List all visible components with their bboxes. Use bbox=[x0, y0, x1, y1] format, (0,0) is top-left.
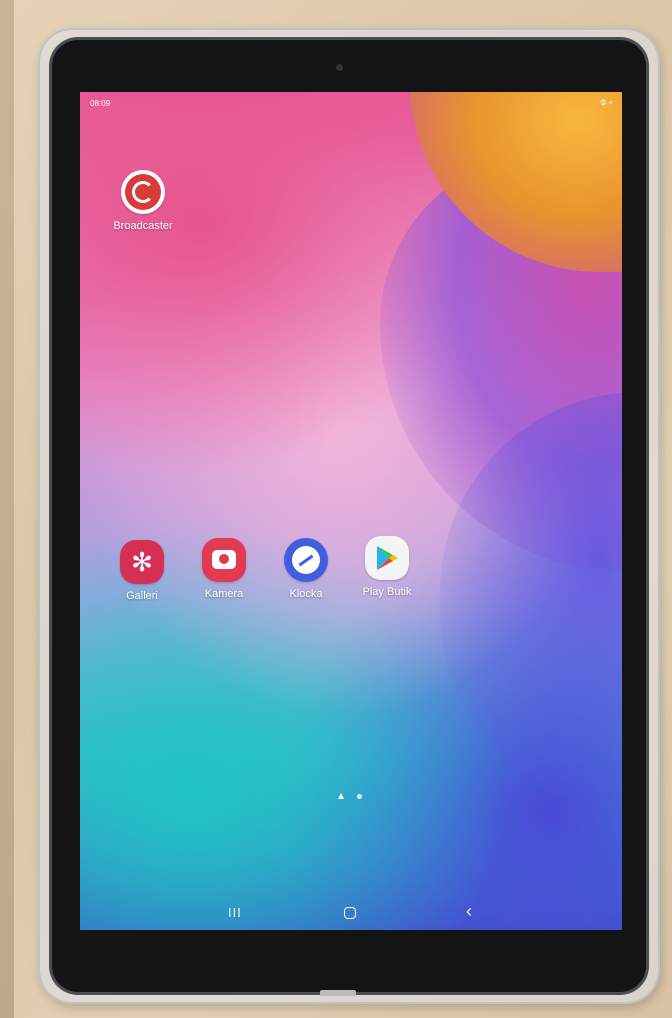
app-galleri[interactable]: ✻ Galleri bbox=[102, 540, 182, 602]
page-dot-home bbox=[338, 793, 344, 799]
camera-icon bbox=[202, 538, 246, 582]
app-label: Broadcaster bbox=[113, 220, 173, 232]
app-label: Galleri bbox=[126, 590, 158, 602]
app-label: Klocka bbox=[289, 588, 323, 600]
flower-icon: ✻ bbox=[120, 540, 164, 584]
front-camera bbox=[336, 64, 343, 71]
page-indicator[interactable] bbox=[338, 786, 371, 804]
status-time: 08:09 bbox=[90, 99, 111, 108]
app-klocka[interactable]: Klocka bbox=[266, 538, 346, 600]
broadcaster-icon bbox=[121, 170, 165, 214]
app-label: Play Butik bbox=[362, 586, 412, 598]
navigation-bar: III ‹ bbox=[80, 894, 622, 930]
home-screen: 08:09 ⚙ ▪ Broadcaster ✻ Galleri Kamera K… bbox=[80, 92, 622, 930]
back-button[interactable]: ‹ bbox=[466, 901, 472, 922]
app-broadcaster[interactable]: Broadcaster bbox=[103, 170, 183, 232]
usb-port bbox=[320, 990, 356, 996]
home-button[interactable] bbox=[344, 907, 356, 919]
app-play-butik[interactable]: Play Butik bbox=[347, 536, 427, 598]
recent-apps-button[interactable]: III bbox=[228, 905, 242, 920]
table-surface-edge bbox=[0, 0, 14, 1018]
play-store-icon bbox=[365, 536, 409, 580]
page-dot bbox=[357, 794, 363, 799]
status-icons: ⚙ ▪ bbox=[599, 98, 612, 107]
clock-icon bbox=[284, 538, 328, 582]
app-label: Kamera bbox=[204, 588, 244, 600]
app-kamera[interactable]: Kamera bbox=[184, 538, 264, 600]
